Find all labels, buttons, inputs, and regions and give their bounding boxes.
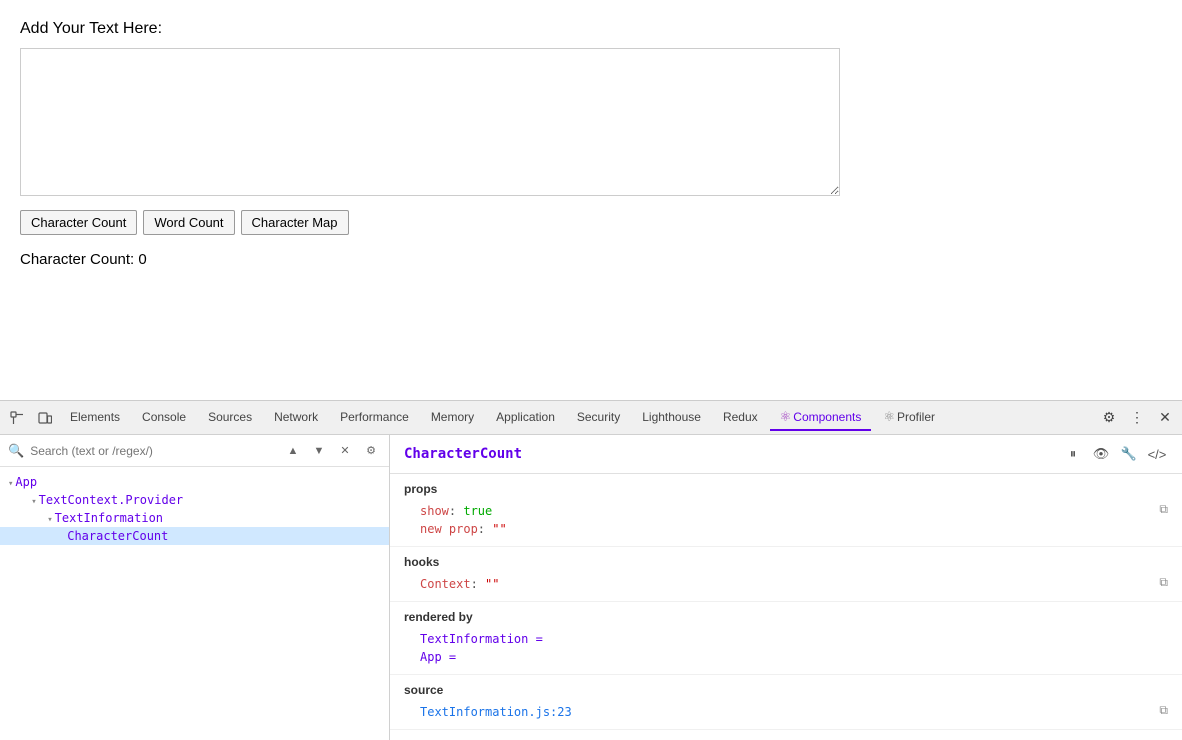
left-panel: 🔍 ▲ ▼ ✕ ⚙ ▾App ▾TextContext.Provider ▾Te…	[0, 435, 390, 740]
tree-item-textcontext[interactable]: ▾TextContext.Provider	[0, 491, 389, 509]
hook-value-context: ""	[485, 577, 499, 591]
right-panel: CharacterCount ⏸ 👁 🔧 </> props ⧉ show: t…	[390, 435, 1182, 740]
tree-item-textinformation[interactable]: ▾TextInformation	[0, 509, 389, 527]
tab-profiler[interactable]: ⚛Profiler	[873, 405, 945, 431]
prop-value-show: true	[463, 504, 492, 518]
hooks-copy-button[interactable]: ⧉	[1159, 575, 1168, 590]
rendered-by-app: App =	[404, 648, 1168, 666]
character-map-button[interactable]: Character Map	[241, 210, 349, 235]
source-title: source	[404, 683, 1168, 697]
component-tree: ▾App ▾TextContext.Provider ▾TextInformat…	[0, 467, 389, 740]
tab-elements[interactable]: Elements	[60, 406, 130, 430]
tab-performance[interactable]: Performance	[330, 406, 419, 430]
app-label: Add Your Text Here:	[20, 20, 1162, 38]
props-section: props ⧉ show: true new prop: ""	[390, 474, 1182, 547]
hooks-section: hooks ⧉ Context: ""	[390, 547, 1182, 602]
prop-key-newprop: new prop	[420, 522, 478, 536]
copy-props-button[interactable]: </>	[1146, 443, 1168, 465]
prop-key-show: show	[420, 504, 449, 518]
tree-item-charactercount[interactable]: CharacterCount	[0, 527, 389, 545]
tab-application[interactable]: Application	[486, 406, 565, 430]
source-copy-button[interactable]: ⧉	[1159, 703, 1168, 718]
tab-lighthouse[interactable]: Lighthouse	[632, 406, 711, 430]
prop-row-show: show: true	[404, 502, 1168, 520]
rendered-by-textinfo: TextInformation =	[404, 630, 1168, 648]
tab-security[interactable]: Security	[567, 406, 630, 430]
app-area: Add Your Text Here: Character Count Word…	[0, 0, 1182, 400]
close-devtools-button[interactable]: ✕	[1152, 405, 1178, 431]
text-input[interactable]	[20, 48, 840, 196]
search-next-button[interactable]: ▼	[309, 441, 329, 461]
inspect-element-button[interactable]	[4, 405, 30, 431]
hook-key-context: Context	[420, 577, 471, 591]
tab-components[interactable]: ⚛Components	[770, 405, 872, 431]
tab-sources[interactable]: Sources	[198, 406, 262, 430]
search-input[interactable]	[30, 444, 277, 458]
selected-component-name: CharacterCount	[404, 446, 522, 462]
devtools-right-icons: ⚙ ⋮ ✕	[1096, 405, 1178, 431]
button-row: Character Count Word Count Character Map	[20, 210, 1162, 235]
tab-memory[interactable]: Memory	[421, 406, 484, 430]
character-count-button[interactable]: Character Count	[20, 210, 137, 235]
tab-redux[interactable]: Redux	[713, 406, 768, 430]
hook-row-context: Context: ""	[404, 575, 1168, 593]
source-value[interactable]: TextInformation.js:23	[404, 703, 1168, 721]
props-title: props	[404, 482, 1168, 496]
search-bar: 🔍 ▲ ▼ ✕ ⚙	[0, 435, 389, 467]
search-icon: 🔍	[8, 443, 24, 459]
suspend-button[interactable]: ⏸	[1062, 443, 1084, 465]
word-count-button[interactable]: Word Count	[143, 210, 234, 235]
more-options-button[interactable]: ⋮	[1124, 405, 1150, 431]
tree-item-app[interactable]: ▾App	[0, 473, 389, 491]
header-icons: ⏸ 👁 🔧 </>	[1062, 443, 1168, 465]
props-copy-button[interactable]: ⧉	[1159, 502, 1168, 517]
prop-row-newprop: new prop: ""	[404, 520, 1168, 538]
rendered-by-title: rendered by	[404, 610, 1168, 624]
devtools-topbar: Elements Console Sources Network Perform…	[0, 401, 1182, 435]
tab-console[interactable]: Console	[132, 406, 196, 430]
devtools-body: 🔍 ▲ ▼ ✕ ⚙ ▾App ▾TextContext.Provider ▾Te…	[0, 435, 1182, 740]
char-count-display: Character Count: 0	[20, 251, 1162, 268]
hooks-title: hooks	[404, 555, 1168, 569]
devtools-panel: Elements Console Sources Network Perform…	[0, 400, 1182, 740]
search-clear-button[interactable]: ✕	[335, 441, 355, 461]
source-section: source ⧉ TextInformation.js:23	[390, 675, 1182, 730]
tab-network[interactable]: Network	[264, 406, 328, 430]
inspect-dom-button[interactable]: 🔧	[1118, 443, 1140, 465]
search-prev-button[interactable]: ▲	[283, 441, 303, 461]
view-source-button[interactable]: 👁	[1090, 443, 1112, 465]
settings-button[interactable]: ⚙	[1096, 405, 1122, 431]
component-header: CharacterCount ⏸ 👁 🔧 </>	[390, 435, 1182, 474]
device-toolbar-button[interactable]	[32, 405, 58, 431]
search-settings-button[interactable]: ⚙	[361, 441, 381, 461]
prop-value-newprop: ""	[492, 522, 506, 536]
rendered-by-section: rendered by TextInformation = App =	[390, 602, 1182, 675]
